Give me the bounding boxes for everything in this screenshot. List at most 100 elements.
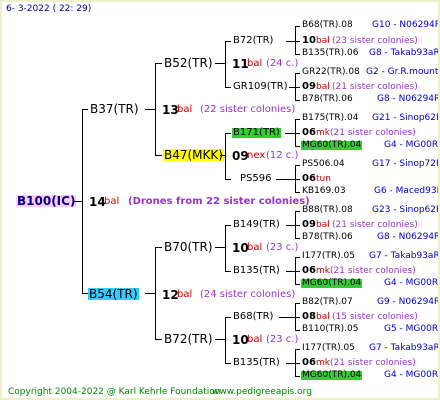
gen2-queen-2[interactable]: B47(MKK) [163, 149, 224, 161]
gen4-id: G7 - Takab93aR [369, 343, 440, 353]
gen4-name[interactable]: B135(TR).06 [302, 49, 358, 58]
gen4-bal: bal [316, 82, 330, 92]
gen3-queen-2[interactable]: GR109(TR) [233, 82, 288, 92]
connector [225, 363, 231, 364]
gen3-queen-4[interactable]: PS596 [240, 174, 271, 184]
connector [295, 165, 300, 166]
connector [295, 146, 300, 147]
connector [225, 225, 231, 226]
connector [145, 109, 155, 110]
gen4-note: (23 sister colonies) [332, 36, 418, 46]
connector [74, 201, 82, 202]
connector [286, 363, 295, 364]
gen3-queen-7[interactable]: B68(TR) [233, 312, 273, 322]
connector [225, 271, 231, 272]
gen4-id: G8 - N06294R [377, 232, 440, 242]
site-link[interactable]: www.pedigreeapis.org [212, 388, 312, 397]
connector [82, 109, 88, 110]
gen4-name[interactable]: B175(TR).04 [302, 114, 358, 123]
connector [225, 41, 226, 88]
gen2-note-3: (23 c.) [266, 242, 299, 253]
connector [225, 317, 226, 364]
gen4-name[interactable]: I177(TR).05 [302, 344, 355, 353]
gen4-id: G8 - N06294R [377, 94, 440, 104]
connector [286, 225, 295, 226]
gen2-note-1: (24 c.) [266, 58, 299, 69]
connector [276, 179, 295, 180]
gen4-count: 06 [302, 173, 316, 184]
gen2-queen-1[interactable]: B52(TR) [164, 57, 213, 69]
connector [295, 303, 300, 304]
gen4-id: G7 - Takab93aR [369, 251, 440, 261]
gen4-name[interactable]: B88(TR).08 [302, 206, 353, 215]
connector [295, 349, 300, 350]
connector [295, 119, 300, 120]
gen4-id: G2 - Gr.R.mounta [366, 67, 440, 77]
gen4-name[interactable]: B82(TR).07 [302, 298, 353, 307]
connector [295, 376, 300, 377]
gen4-name[interactable]: I177(TR).05 [302, 252, 355, 261]
connector [279, 317, 295, 318]
gen4-name[interactable]: KB169.03 [302, 187, 346, 196]
gen4-name[interactable]: B110(TR).05 [302, 325, 358, 334]
gen3-queen-1[interactable]: B72(TR) [233, 36, 273, 46]
connector [295, 238, 300, 239]
copyright: Copyright 2004-2022 @ Karl Kehrle Founda… [8, 387, 221, 397]
gen2-bal-2: nex [247, 150, 266, 161]
gen4-name[interactable]: MG60(TR).04 [301, 141, 363, 150]
gen4-name[interactable]: GR22(TR).08 [302, 68, 360, 77]
gen3-queen-3[interactable]: B171(TR) [232, 128, 281, 138]
gen3-queen-5[interactable]: B149(TR) [233, 220, 280, 230]
gen4-name[interactable]: B78(TR).06 [302, 95, 353, 104]
gen1-queen-2[interactable]: B54(TR) [88, 288, 139, 300]
gen3-queen-8[interactable]: B135(TR) [233, 358, 280, 368]
connector [295, 225, 300, 226]
connector [295, 192, 300, 193]
connector [295, 26, 300, 27]
gen4-id: G5 - MG00R [384, 324, 439, 334]
gen4-name[interactable]: B68(TR).08 [302, 21, 353, 30]
gen4-bal: bal [316, 36, 330, 46]
connector [285, 133, 295, 134]
connector [286, 271, 295, 272]
gen4-id: G4 - MG00R [384, 140, 439, 150]
connector [155, 339, 162, 340]
connector [225, 179, 231, 180]
gen4-note: (21 sister colonies) [332, 82, 418, 92]
gen1-note-1: (22 sister colonies) [200, 104, 296, 115]
gen3-queen-6[interactable]: B135(TR) [233, 266, 280, 276]
gen4-id: G23 - Sinop62R [372, 205, 440, 215]
root-bal: bal [104, 196, 120, 207]
gen2-queen-3[interactable]: B70(TR) [164, 241, 213, 253]
connector [215, 247, 225, 248]
connector [225, 133, 226, 180]
connector [295, 257, 300, 258]
connector [286, 41, 295, 42]
gen4-count: 10 [302, 35, 316, 46]
connector [295, 133, 300, 134]
gen4-id: G4 - MG00R [384, 370, 439, 380]
connector [155, 155, 162, 156]
gen4-note: (15 sister colonies) [332, 312, 418, 322]
gen4-name[interactable]: B78(TR).06 [302, 233, 353, 242]
gen4-name[interactable]: PS506.04 [302, 160, 345, 169]
connector [295, 317, 300, 318]
gen1-bal-2: bal [177, 289, 193, 300]
gen4-name[interactable]: MG60(TR).04 [301, 279, 363, 288]
gen4-id: G10 - N06294R [372, 20, 440, 30]
gen1-queen-1[interactable]: B37(TR) [90, 103, 139, 115]
gen1-bal-1: bal [177, 104, 193, 115]
gen4-count: 08 [302, 311, 316, 322]
connector [155, 247, 156, 340]
connector [155, 247, 162, 248]
connector [155, 63, 156, 156]
connector [295, 100, 300, 101]
root-queen[interactable]: B100(IC) [16, 195, 77, 207]
pedigree-frame: 6- 3-2022 ( 22: 29) B100(IC) 14 bal (Dro… [0, 0, 440, 400]
gen2-queen-4[interactable]: B72(TR) [164, 333, 213, 345]
gen4-name[interactable]: MG60(TR).04 [301, 371, 363, 380]
gen2-note-4: (23 c.) [266, 334, 299, 345]
gen4-bal: mk [316, 128, 330, 138]
gen4-id: G6 - Maced93R [374, 186, 440, 196]
gen4-count: 09 [302, 81, 316, 92]
